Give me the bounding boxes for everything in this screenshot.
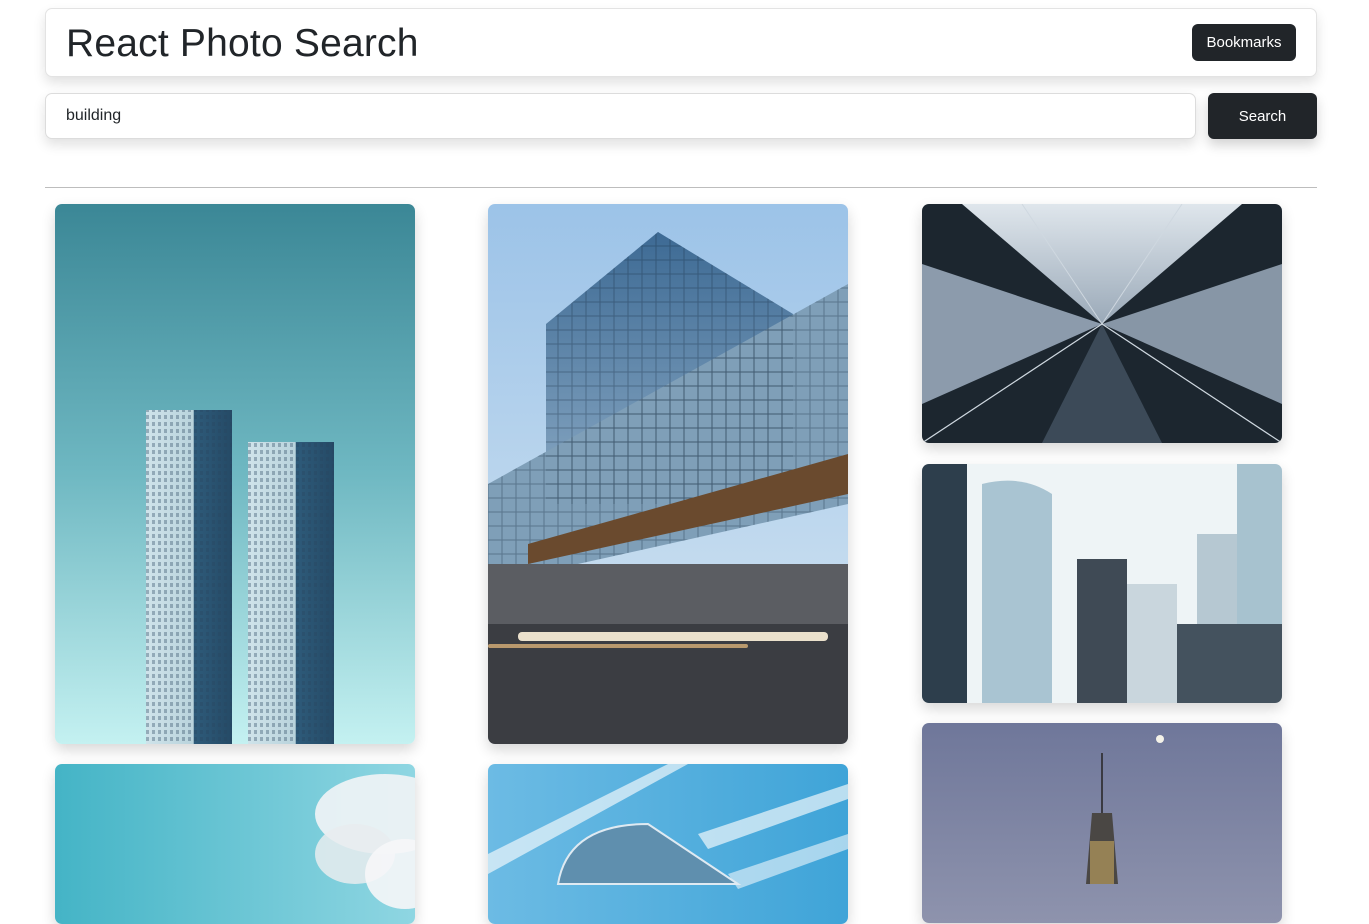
- header-bar: React Photo Search Bookmarks: [45, 8, 1317, 77]
- photo-image: [922, 464, 1282, 703]
- photo-curved-building[interactable]: [488, 764, 848, 924]
- search-input[interactable]: [45, 93, 1196, 139]
- photo-office-towers[interactable]: [922, 464, 1282, 703]
- photo-image: [922, 723, 1282, 923]
- photo-image: [55, 204, 415, 744]
- search-form: Search: [45, 93, 1317, 139]
- photo-image: [488, 204, 848, 744]
- bookmarks-button[interactable]: Bookmarks: [1192, 24, 1296, 61]
- photo-image: [55, 764, 415, 924]
- divider: [45, 187, 1317, 188]
- photo-skyscraper-looking-up[interactable]: [922, 204, 1282, 443]
- photo-sky-clouds[interactable]: [55, 764, 415, 924]
- photo-image: [922, 204, 1282, 443]
- photo-twin-towers[interactable]: [55, 204, 415, 744]
- search-button[interactable]: Search: [1208, 93, 1317, 139]
- photo-glass-building[interactable]: [488, 204, 848, 744]
- photo-image: [488, 764, 848, 924]
- photo-spire-tower[interactable]: [922, 723, 1282, 923]
- app-title: React Photo Search: [66, 22, 419, 65]
